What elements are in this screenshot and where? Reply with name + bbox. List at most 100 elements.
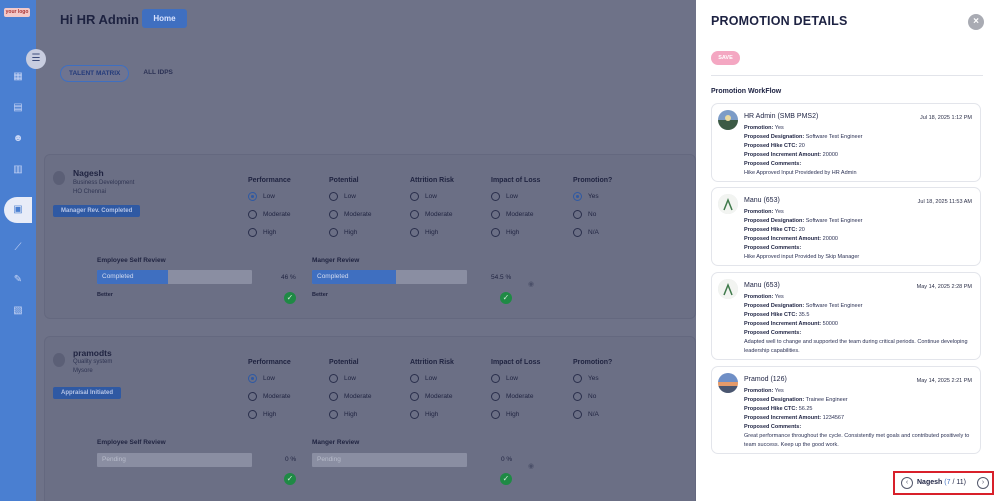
self-review-percent: 0 %: [285, 456, 297, 463]
employee-location: Mysore: [73, 368, 93, 374]
report-icon[interactable]: ▧: [12, 305, 24, 317]
option-promotion-no[interactable]: No: [573, 392, 596, 401]
team-icon[interactable]: ☻: [12, 133, 24, 145]
employee-dept: Quality system: [73, 359, 113, 365]
tab-all-idps[interactable]: ALL IDPS: [135, 65, 181, 82]
option-attrition-high[interactable]: High: [410, 410, 438, 419]
workflow-heading: Promotion WorkFlow: [711, 88, 782, 95]
self-review-percent: 46 %: [281, 274, 296, 281]
notes-icon[interactable]: ✎: [12, 274, 24, 286]
workflow-entry: HR Admin (SMB PMS2) Jul 18, 2025 1:12 PM…: [711, 103, 981, 182]
column-potential: Potential: [329, 177, 359, 184]
self-review-progress: Pending: [97, 453, 252, 467]
manager-review-rating: Better: [312, 292, 328, 298]
option-performance-high[interactable]: High: [248, 228, 276, 237]
option-impact-low[interactable]: Low: [491, 374, 518, 383]
option-impact-moderate[interactable]: Moderate: [491, 392, 533, 401]
avatar: [718, 110, 738, 130]
column-attrition: Attrition Risk: [410, 177, 454, 184]
tab-bar: TALENT MATRIX ALL IDPS: [60, 65, 181, 82]
column-attrition: Attrition Risk: [410, 359, 454, 366]
sidebar: your logo ▦ ▤ ☻ ▥ ▣ ⟋ ✎ ▧: [0, 0, 36, 501]
tab-talent-matrix[interactable]: TALENT MATRIX: [60, 65, 130, 82]
option-potential-moderate[interactable]: Moderate: [329, 210, 371, 219]
chart-icon[interactable]: ⟋: [12, 242, 24, 254]
column-impact: Impact of Loss: [491, 177, 541, 184]
company-logo: your logo: [4, 8, 30, 17]
workflow-entry: Pramod (126) May 14, 2025 2:21 PM Promot…: [711, 366, 981, 454]
option-impact-low[interactable]: Low: [491, 192, 518, 201]
sidebar-item-active[interactable]: ▣: [4, 197, 32, 223]
option-attrition-moderate[interactable]: Moderate: [410, 210, 452, 219]
option-performance-moderate[interactable]: Moderate: [248, 210, 290, 219]
dashboard-icon[interactable]: ▦: [12, 71, 24, 83]
option-attrition-high[interactable]: High: [410, 228, 438, 237]
option-performance-low[interactable]: Low: [248, 192, 275, 201]
promotion-details-panel: PROMOTION DETAILS × SAVE Promotion WorkF…: [696, 0, 1000, 501]
manager-review-progress: Pending: [312, 453, 467, 467]
column-potential: Potential: [329, 359, 359, 366]
document-icon[interactable]: ▤: [12, 102, 24, 114]
check-icon: ✓: [284, 292, 296, 304]
option-potential-low[interactable]: Low: [329, 374, 356, 383]
option-potential-high[interactable]: High: [329, 228, 357, 237]
option-impact-moderate[interactable]: Moderate: [491, 210, 533, 219]
option-attrition-low[interactable]: Low: [410, 192, 437, 201]
employee-card: Nagesh Business Development HO Chennai M…: [44, 154, 696, 319]
option-promotion-no[interactable]: No: [573, 210, 596, 219]
book-icon[interactable]: ▥: [12, 164, 24, 176]
pager-current: 7: [946, 479, 951, 486]
pager-label: Nagesh (7 / 11): [917, 479, 966, 486]
previous-chevron-icon[interactable]: ‹: [901, 477, 913, 489]
option-potential-high[interactable]: High: [329, 410, 357, 419]
workflow-entry: Manu (653) May 14, 2025 2:28 PM Promotio…: [711, 272, 981, 360]
option-attrition-low[interactable]: Low: [410, 374, 437, 383]
option-promotion-na[interactable]: N/A: [573, 410, 599, 419]
option-impact-high[interactable]: High: [491, 228, 519, 237]
manager-review-percent: 54.5 %: [491, 274, 512, 281]
self-review-progress: Completed: [97, 270, 252, 284]
option-performance-low[interactable]: Low: [248, 374, 275, 383]
option-promotion-na[interactable]: N/A: [573, 228, 599, 237]
entry-date: May 14, 2025 2:28 PM: [916, 284, 972, 290]
employee-card: pramodts Quality system Mysore Appraisal…: [44, 336, 696, 501]
close-icon[interactable]: ×: [968, 14, 984, 30]
save-button[interactable]: SAVE: [711, 51, 740, 65]
employee-name: Nagesh: [73, 168, 104, 178]
option-promotion-yes[interactable]: Yes: [573, 192, 599, 201]
avatar: [718, 194, 738, 214]
option-potential-moderate[interactable]: Moderate: [329, 392, 371, 401]
manager-review-percent: 0 %: [501, 456, 513, 463]
panel-title: PROMOTION DETAILS: [711, 14, 848, 28]
employee-name: pramodts: [73, 348, 112, 358]
status-button[interactable]: Appraisal Initiated: [53, 387, 122, 399]
reviewer-name: Manu (653): [744, 197, 780, 204]
employee-location: HO Chennai: [73, 189, 107, 195]
manager-review-progress: Completed: [312, 270, 467, 284]
column-impact: Impact of Loss: [491, 359, 541, 366]
option-attrition-moderate[interactable]: Moderate: [410, 392, 452, 401]
option-performance-moderate[interactable]: Moderate: [248, 392, 290, 401]
option-performance-high[interactable]: High: [248, 410, 276, 419]
self-review-rating: Better: [97, 292, 113, 298]
home-button[interactable]: Home: [142, 9, 187, 28]
next-chevron-icon[interactable]: ›: [977, 477, 989, 489]
column-performance: Performance: [248, 177, 291, 184]
column-promotion: Promotion?: [573, 177, 613, 184]
self-review-label: Employee Self Review: [97, 257, 166, 264]
view-eye-icon[interactable]: ◉: [528, 462, 534, 470]
entry-details: Promotion: Yes Proposed Designation: Sof…: [744, 125, 863, 176]
sidebar-toggle-icon[interactable]: ☰: [26, 49, 46, 69]
option-potential-low[interactable]: Low: [329, 192, 356, 201]
entry-details: Promotion: Yes Proposed Designation: Sof…: [744, 294, 968, 354]
avatar: [53, 171, 65, 185]
manager-review-label: Manger Review: [312, 439, 360, 446]
entry-details: Promotion: Yes Proposed Designation: Tra…: [744, 388, 970, 448]
pager-employee-name: Nagesh: [917, 479, 943, 486]
option-promotion-yes[interactable]: Yes: [573, 374, 599, 383]
option-impact-high[interactable]: High: [491, 410, 519, 419]
view-eye-icon[interactable]: ◉: [528, 280, 534, 288]
self-review-label: Employee Self Review: [97, 439, 166, 446]
pager-separator: /: [952, 479, 955, 486]
status-button[interactable]: Manager Rev. Completed: [53, 205, 141, 217]
